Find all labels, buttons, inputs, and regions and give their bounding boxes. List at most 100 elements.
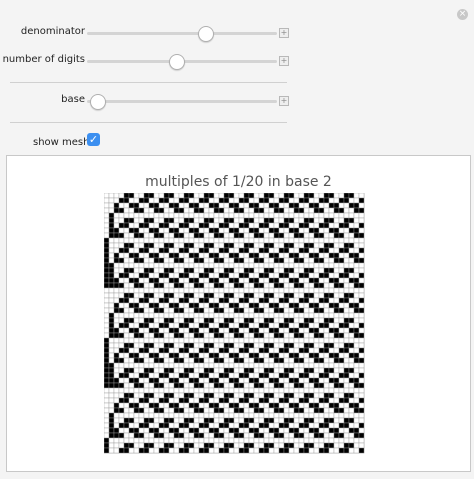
digit-cell	[104, 432, 110, 439]
digit-cell	[108, 292, 115, 299]
digit-cell	[338, 332, 345, 339]
digit-cell	[158, 202, 165, 209]
digit-cell	[163, 237, 170, 244]
digits-slider-thumb[interactable]	[169, 54, 186, 70]
digit-cell	[273, 317, 280, 324]
digit-cell	[153, 252, 160, 259]
digit-cell	[343, 282, 350, 289]
digit-cell	[148, 267, 155, 274]
digit-cell	[328, 352, 335, 359]
base-slider-thumb[interactable]	[89, 94, 106, 110]
digit-cell	[323, 422, 330, 429]
digit-cell	[193, 347, 200, 354]
digit-cell	[148, 392, 155, 399]
digit-cell	[268, 382, 275, 389]
digit-cell	[313, 272, 320, 279]
digit-cell	[268, 432, 275, 439]
digit-cell	[108, 322, 115, 329]
digit-cell	[198, 257, 205, 264]
digit-cell	[358, 347, 365, 354]
digit-cell	[243, 417, 250, 424]
digit-cell	[133, 252, 140, 259]
digit-cell	[188, 322, 195, 329]
digit-cell	[163, 297, 170, 304]
digit-cell	[158, 347, 165, 354]
digit-cell	[104, 197, 110, 204]
digit-cell	[158, 257, 165, 264]
digit-cell	[263, 432, 270, 439]
digit-cell	[343, 367, 350, 374]
digit-cell	[193, 287, 200, 294]
digit-cell	[198, 362, 205, 369]
denominator-slider-thumb[interactable]	[197, 26, 214, 42]
digit-cell	[338, 327, 345, 334]
digit-cell	[218, 193, 225, 199]
digit-cell	[233, 342, 240, 349]
digit-cell	[228, 392, 235, 399]
digit-cell	[148, 317, 155, 324]
denominator-expand-button[interactable]: +	[279, 28, 289, 38]
digit-cell	[104, 217, 110, 224]
digit-cell	[123, 402, 130, 409]
digit-cell	[298, 287, 305, 294]
digit-cell	[148, 257, 155, 264]
digit-cell	[183, 257, 190, 264]
digit-cell	[143, 232, 150, 239]
digit-cell	[353, 287, 360, 294]
digit-cell	[273, 377, 280, 384]
digit-cell	[298, 292, 305, 299]
digit-cell	[104, 207, 110, 214]
digit-cell	[198, 382, 205, 389]
digit-cell	[293, 337, 300, 344]
digit-cell	[223, 212, 230, 219]
digit-cell	[123, 262, 130, 269]
digit-cell	[273, 267, 280, 274]
digit-cell	[138, 372, 145, 379]
digit-cell	[104, 322, 110, 329]
digit-cell	[253, 392, 260, 399]
show-mesh-checkbox[interactable]: ✓	[87, 133, 100, 146]
digit-cell	[288, 377, 295, 384]
digit-cell	[248, 197, 255, 204]
digit-cell	[148, 407, 155, 414]
digit-cell	[223, 397, 230, 404]
digit-cell	[273, 247, 280, 254]
digit-cell	[253, 217, 260, 224]
digit-cell	[273, 202, 280, 209]
digit-cell	[283, 447, 290, 454]
digit-cell	[128, 342, 135, 349]
digit-cell	[253, 302, 260, 309]
digit-cell	[298, 437, 305, 444]
digit-cell	[283, 262, 290, 269]
base-slider-track[interactable]	[87, 94, 277, 110]
digit-cell	[318, 347, 325, 354]
digits-expand-button[interactable]: +	[279, 56, 289, 66]
digit-cell	[333, 392, 340, 399]
digit-cell	[183, 292, 190, 299]
digit-cell	[128, 447, 135, 454]
digit-cell	[168, 347, 175, 354]
digit-cell	[233, 412, 240, 419]
digit-cell	[138, 242, 145, 249]
digit-cell	[143, 227, 150, 234]
digit-cell	[188, 257, 195, 264]
digit-cell	[228, 337, 235, 344]
digit-cell	[123, 422, 130, 429]
digit-cell	[273, 402, 280, 409]
digit-cell	[213, 212, 220, 219]
digit-cell	[308, 237, 315, 244]
digit-cell	[228, 217, 235, 224]
denominator-slider-track[interactable]	[87, 26, 277, 42]
digits-slider-track[interactable]	[87, 54, 277, 70]
digit-cell	[133, 367, 140, 374]
digit-cell	[163, 227, 170, 234]
base-expand-button[interactable]: +	[279, 96, 289, 106]
close-icon[interactable]: ×	[457, 9, 468, 20]
digit-cell	[243, 302, 250, 309]
digit-cell	[248, 317, 255, 324]
digit-cell	[128, 322, 135, 329]
digit-cell	[223, 352, 230, 359]
digit-cell	[143, 357, 150, 364]
digit-cell	[163, 317, 170, 324]
digit-cell	[228, 322, 235, 329]
